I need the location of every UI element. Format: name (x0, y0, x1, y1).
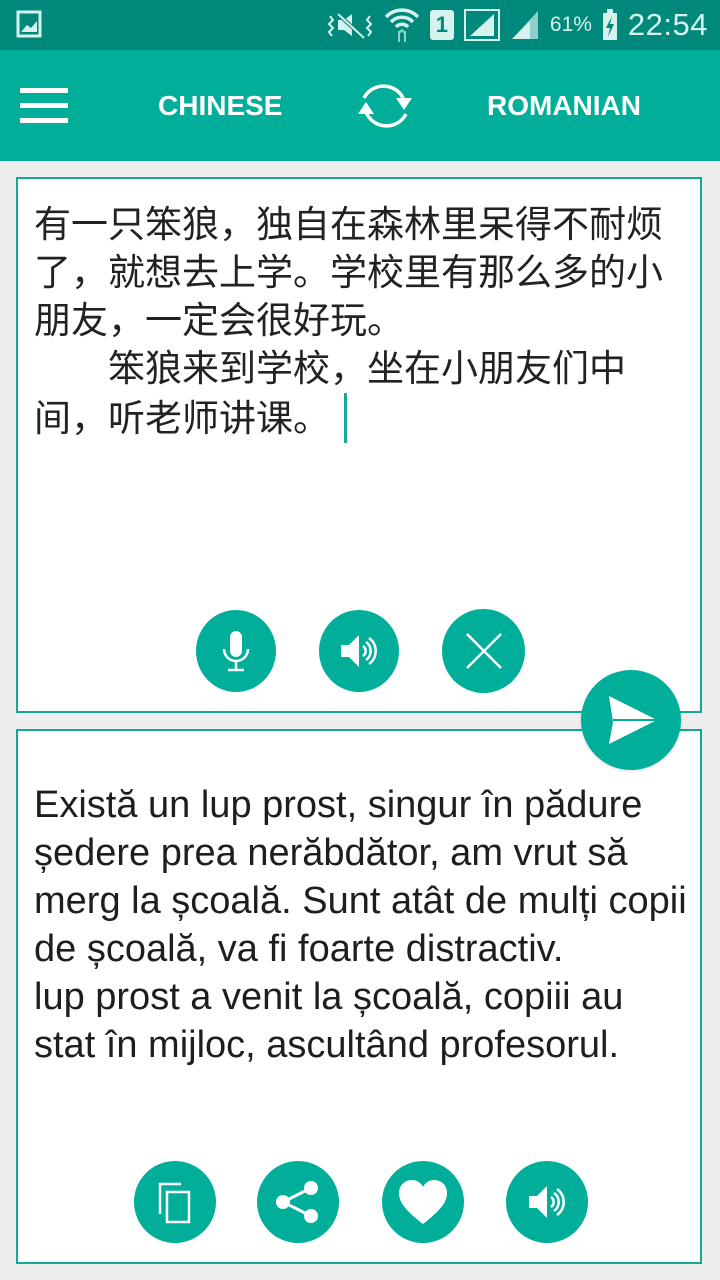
speak-source-button[interactable] (319, 610, 399, 692)
copy-button[interactable] (134, 1161, 216, 1243)
send-icon (609, 696, 657, 744)
source-text-panel: 有一只笨狼，独自在森林里呆得不耐烦了，就想去上学。学校里有那么多的小朋友，一定会… (16, 177, 702, 713)
microphone-button[interactable] (196, 610, 276, 692)
speaker-icon (341, 635, 377, 667)
app-toolbar: CHINESE ROMANIAN (0, 50, 720, 161)
vibrate-mute-icon (327, 12, 373, 40)
copy-icon (158, 1182, 191, 1224)
sim-1-icon: 1 (429, 10, 454, 40)
translation-panel: Există un lup prost, singur în pădure șe… (16, 729, 702, 1264)
source-text-input[interactable]: 有一只笨狼，独自在森林里呆得不耐烦了，就想去上学。学校里有那么多的小朋友，一定会… (34, 201, 674, 443)
text-cursor (344, 393, 347, 443)
target-language-selector[interactable]: ROMANIAN (487, 86, 641, 126)
battery-percent: 61% (549, 13, 592, 36)
speaker-icon (529, 1186, 565, 1218)
source-language-selector[interactable]: CHINESE (158, 86, 282, 126)
status-bar: 1 61% 22:54 (0, 0, 720, 50)
heart-icon (399, 1180, 447, 1224)
battery-charging-icon (602, 9, 617, 40)
clear-button[interactable] (442, 609, 525, 693)
translation-text: Există un lup prost, singur în pădure șe… (34, 784, 687, 1066)
wifi-icon (384, 8, 420, 42)
signal-sim1-icon (463, 9, 500, 41)
swap-languages-icon[interactable] (352, 78, 418, 134)
speak-translation-button[interactable] (506, 1161, 588, 1243)
translate-send-button[interactable] (581, 670, 681, 770)
source-text: 有一只笨狼，独自在森林里呆得不耐烦了，就想去上学。学校里有那么多的小朋友，一定会… (34, 203, 663, 440)
microphone-icon (222, 631, 250, 672)
image-icon (16, 10, 42, 38)
hamburger-menu-icon[interactable] (20, 88, 68, 124)
close-icon (465, 633, 502, 669)
share-button[interactable] (257, 1161, 339, 1243)
share-icon (276, 1181, 318, 1223)
signal-sim2-icon (511, 11, 538, 39)
favorite-button[interactable] (382, 1161, 464, 1243)
clock: 22:54 (627, 7, 708, 42)
